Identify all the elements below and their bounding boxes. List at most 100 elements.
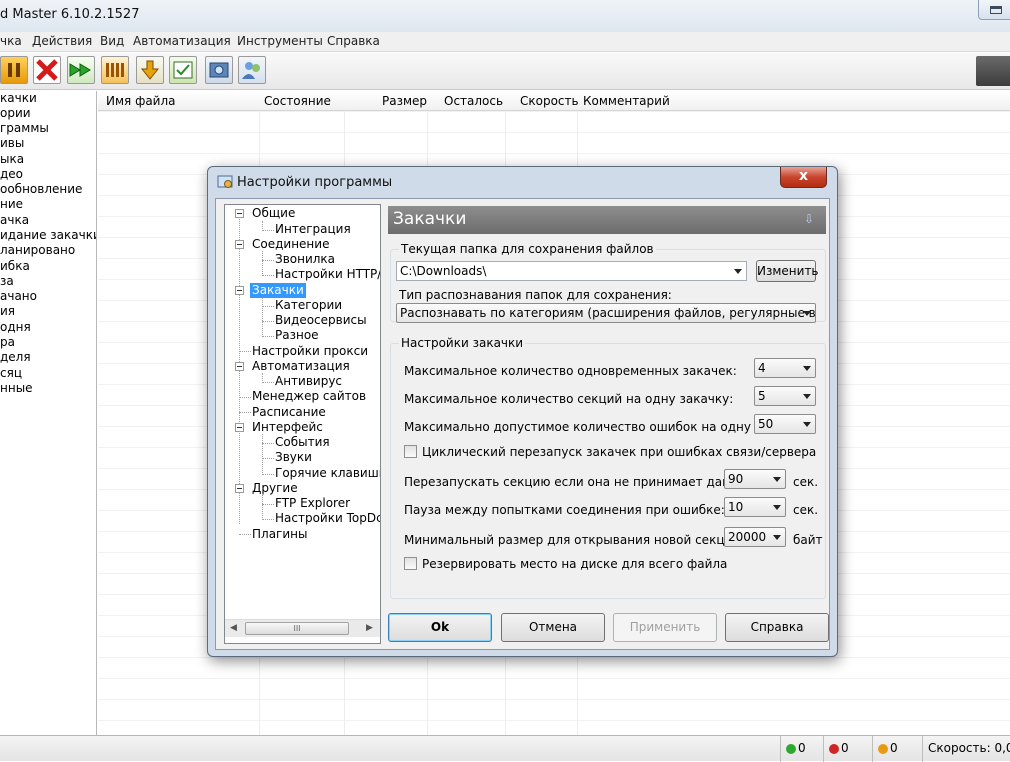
tree-connector [239, 219, 240, 524]
tree-node-video-services[interactable]: Видеосервисы [275, 313, 367, 328]
sidebar-item[interactable]: ибка [0, 259, 30, 274]
cyclic-restart-checkbox[interactable] [404, 445, 417, 458]
sidebar-item[interactable]: ра [0, 335, 15, 350]
tree-expander[interactable] [235, 240, 244, 249]
chevron-down-icon [803, 311, 811, 316]
tree-node-automation[interactable]: Автоматизация [252, 359, 350, 374]
menu-automation[interactable]: Автоматизация [133, 34, 231, 48]
sidebar-item[interactable]: ачка [0, 213, 29, 228]
column-header-filename[interactable]: Имя файла [106, 94, 176, 108]
menu-file[interactable]: чка [0, 34, 22, 48]
column-header-comment[interactable]: Комментарий [583, 94, 670, 108]
download-button[interactable] [136, 56, 164, 84]
tree-expander[interactable] [235, 209, 244, 218]
reserve-space-checkbox[interactable] [404, 557, 417, 570]
restart-section-combo[interactable]: 90 [724, 469, 786, 489]
tree-node-plugins[interactable]: Плагины [252, 527, 307, 542]
tree-node-connection[interactable]: Соединение [252, 237, 329, 252]
help-button[interactable]: Справка [725, 613, 829, 642]
sidebar-item[interactable]: ачано [0, 289, 37, 304]
sidebar-item[interactable]: ланировано [0, 243, 75, 258]
sidebar-item[interactable]: део [0, 167, 23, 182]
sidebar-item[interactable]: граммы [0, 121, 49, 136]
stop-all-button[interactable] [101, 56, 129, 84]
save-folder-combo[interactable]: C:\Downloads\ [396, 261, 747, 281]
cancel-button[interactable]: Отмена [501, 613, 605, 642]
max-errors-combo[interactable]: 50 [754, 414, 816, 434]
pause-icon [8, 63, 20, 77]
scroll-right-icon[interactable]: ▶ [366, 623, 373, 633]
schedule-button[interactable] [169, 56, 197, 84]
tree-expander[interactable] [235, 423, 244, 432]
min-section-combo[interactable]: 20000 [724, 527, 786, 547]
menu-actions[interactable]: Действия [32, 34, 92, 48]
tree-node-antivirus[interactable]: Антивирус [275, 374, 342, 389]
tree-node-schedule[interactable]: Расписание [252, 405, 326, 420]
apply-button[interactable]: Применить [613, 613, 717, 642]
sidebar-item[interactable]: за [0, 274, 14, 289]
chevron-down-icon [773, 505, 781, 510]
sidebar-item[interactable]: ивы [0, 136, 24, 151]
tree-node-downloads[interactable]: Закачки [250, 283, 306, 298]
sidebar-item[interactable]: сяц [0, 366, 22, 381]
column-header-speed[interactable]: Скорость [520, 94, 579, 108]
column-header-remaining[interactable]: Осталось [444, 94, 503, 108]
tree-node-dialer[interactable]: Звонилка [275, 252, 335, 267]
tree-connector [239, 397, 251, 398]
menu-view[interactable]: Вид [100, 34, 124, 48]
users-button[interactable] [238, 56, 266, 84]
folder-type-combo[interactable]: Распознавать по категориям (расширения ф… [396, 303, 816, 323]
tree-node-categories[interactable]: Категории [275, 298, 342, 313]
pause-button[interactable] [0, 56, 28, 84]
tree-node-interface[interactable]: Интерфейс [252, 420, 323, 435]
sidebar-item[interactable]: деля [0, 350, 31, 365]
menu-tools[interactable]: Инструменты [237, 34, 323, 48]
scroll-thumb[interactable]: III [245, 622, 349, 635]
panel-header: Закачки ⇩ [388, 206, 826, 234]
max-sections-combo[interactable]: 5 [754, 386, 816, 406]
column-header-state[interactable]: Состояние [264, 94, 331, 108]
chevron-down-icon [773, 477, 781, 482]
sidebar-item[interactable]: ообновление [0, 182, 82, 197]
column-header-size[interactable]: Размер [382, 94, 427, 108]
tree-node-hotkeys[interactable]: Горячие клавиши [275, 466, 380, 481]
maximize-button[interactable] [978, 0, 1010, 20]
capture-button[interactable] [205, 56, 233, 84]
delete-button[interactable] [33, 56, 61, 84]
tree-node-other[interactable]: Другие [252, 481, 298, 496]
tree-node-general[interactable]: Общие [252, 206, 295, 221]
menu-help[interactable]: Справка [327, 34, 380, 48]
tree-node-misc[interactable]: Разное [275, 328, 319, 343]
sidebar-item[interactable]: ия [0, 304, 15, 319]
tree-node-events[interactable]: События [275, 435, 330, 450]
tree-connector [262, 382, 274, 383]
sidebar-item[interactable]: качки [0, 91, 37, 106]
dialog-close-button[interactable]: x [780, 167, 827, 188]
sidebar-item[interactable]: ории [0, 106, 31, 121]
tree-node-integration[interactable]: Интеграция [275, 222, 351, 237]
tree-connector [262, 306, 274, 307]
scroll-left-icon[interactable]: ◀ [230, 623, 237, 633]
sidebar-item[interactable]: одня [0, 320, 31, 335]
tree-horizontal-scrollbar[interactable]: ◀ III ▶ [225, 619, 380, 637]
tree-node-http-settings[interactable]: Настройки HTTP/ [275, 267, 380, 282]
sidebar-item[interactable]: нные [0, 381, 33, 396]
start-all-button[interactable] [67, 56, 95, 84]
tree-node-topdc-settings[interactable]: Настройки TopDc [275, 511, 380, 526]
tree-expander[interactable] [235, 286, 244, 295]
tree-expander[interactable] [235, 362, 244, 371]
change-folder-button[interactable]: Изменить [756, 260, 819, 282]
tree-node-sounds[interactable]: Звуки [275, 450, 312, 465]
tree-node-proxy-settings[interactable]: Настройки прокси [252, 344, 368, 359]
sidebar-item[interactable]: ыка [0, 152, 24, 167]
ok-button[interactable]: Ok [388, 613, 492, 642]
max-simultaneous-combo[interactable]: 4 [754, 358, 816, 378]
sidebar-item[interactable]: идание закачки [0, 228, 96, 243]
tree-expander[interactable] [235, 484, 244, 493]
tree-node-site-manager[interactable]: Менеджер сайтов [252, 389, 366, 404]
sidebar-item[interactable]: ние [0, 197, 23, 212]
tree-node-ftp-explorer[interactable]: FTP Explorer [275, 496, 350, 511]
scroll-grip-icon: III [293, 624, 301, 633]
settings-dialog: Настройки программы x Общие Интеграция С… [207, 166, 838, 657]
retry-pause-combo[interactable]: 10 [724, 497, 786, 517]
